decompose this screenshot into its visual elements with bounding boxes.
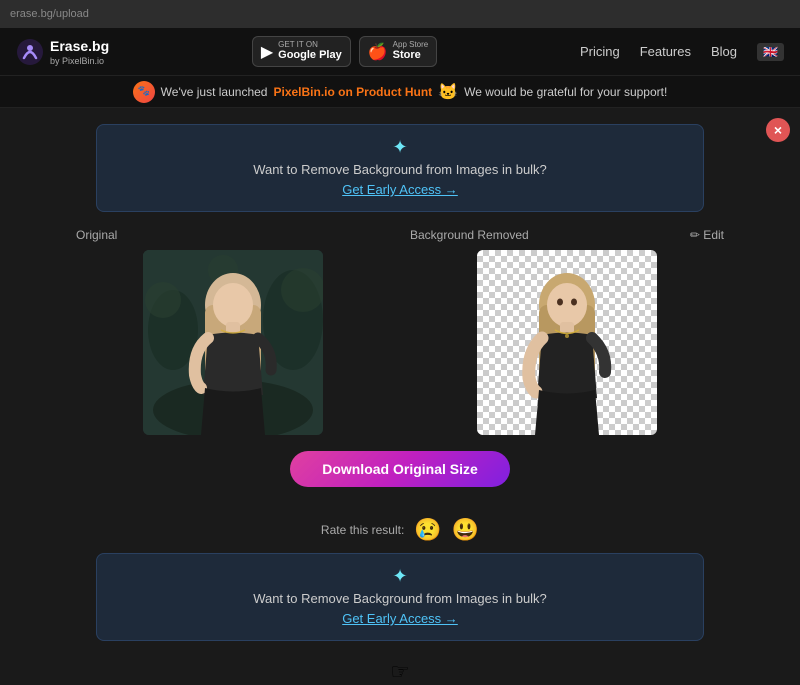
cursor-hand-icon: ☞: [390, 659, 410, 685]
early-banner-top: ✦ Want to Remove Background from Images …: [96, 124, 704, 212]
original-panel: Original: [76, 228, 390, 435]
ph-text-before: We've just launched: [161, 85, 268, 99]
original-photo: [143, 250, 323, 435]
removed-label: Background Removed: [410, 228, 529, 242]
sad-rating-button[interactable]: 😢: [414, 517, 441, 543]
nav-pricing[interactable]: Pricing: [580, 44, 620, 59]
nav-blog[interactable]: Blog: [711, 44, 737, 59]
google-play-small: GET IT ON: [278, 41, 342, 49]
google-play-big: Google Play: [278, 49, 342, 62]
nav-features[interactable]: Features: [640, 44, 691, 59]
comparison-area: Original: [76, 228, 724, 435]
early-text-top: Want to Remove Background from Images in…: [117, 162, 683, 177]
woman-original-svg: [143, 250, 323, 435]
ph-avatar: 🐾: [133, 81, 155, 103]
apple-icon: 🍎: [368, 42, 388, 62]
google-play-icon: ▶: [261, 42, 273, 62]
ph-text-after: We would be grateful for your support!: [464, 85, 667, 99]
removed-image: [477, 250, 657, 435]
happy-rating-button[interactable]: 😃: [452, 517, 479, 543]
rating-label: Rate this result:: [321, 523, 404, 537]
sparkle-bottom: ✦: [117, 566, 683, 587]
header-nav: Pricing Features Blog 🇬🇧: [580, 43, 784, 61]
language-flag[interactable]: 🇬🇧: [757, 43, 784, 61]
edit-button[interactable]: ✏ Edit: [690, 228, 724, 242]
browser-bar: erase.bg/upload: [0, 0, 800, 28]
logo-text: Erase.bg: [50, 38, 109, 54]
google-play-button[interactable]: ▶ GET IT ON Google Play: [252, 36, 351, 67]
removed-photo: [477, 250, 657, 435]
download-area: Download Original Size ☞: [16, 451, 784, 487]
logo-icon: [16, 38, 44, 66]
main-content: ✦ Want to Remove Background from Images …: [0, 108, 800, 657]
app-store-big: Store: [393, 49, 429, 62]
original-label: Original: [76, 228, 390, 242]
browser-url: erase.bg/upload: [10, 8, 89, 20]
sparkle-top: ✦: [117, 137, 683, 158]
original-image: [143, 250, 323, 435]
early-text-bottom: Want to Remove Background from Images in…: [117, 591, 683, 606]
early-banner-bottom: ✦ Want to Remove Background from Images …: [96, 553, 704, 641]
header-center: ▶ GET IT ON Google Play 🍎 App Store Stor…: [252, 36, 437, 67]
removed-panel: Background Removed ✏ Edit: [410, 228, 724, 435]
early-link-bottom[interactable]: Get Early Access →: [342, 611, 458, 626]
ph-cat: 🐱: [438, 82, 458, 102]
ph-link[interactable]: PixelBin.io on Product Hunt: [273, 85, 432, 99]
rating-area: Rate this result: 😢 😃: [16, 517, 784, 543]
early-link-top[interactable]: Get Early Access →: [342, 182, 458, 197]
logo-sub: by PixelBin.io: [50, 56, 109, 66]
download-button[interactable]: Download Original Size: [290, 451, 510, 487]
woman-removed-svg: [477, 250, 657, 435]
close-button[interactable]: ×: [766, 118, 790, 142]
logo-area: Erase.bg by PixelBin.io: [16, 38, 109, 66]
header: Erase.bg by PixelBin.io ▶ GET IT ON Goog…: [0, 28, 800, 76]
app-store-small: App Store: [393, 41, 429, 49]
ph-banner: 🐾 We've just launched PixelBin.io on Pro…: [0, 76, 800, 108]
app-store-button[interactable]: 🍎 App Store Store: [359, 36, 438, 67]
